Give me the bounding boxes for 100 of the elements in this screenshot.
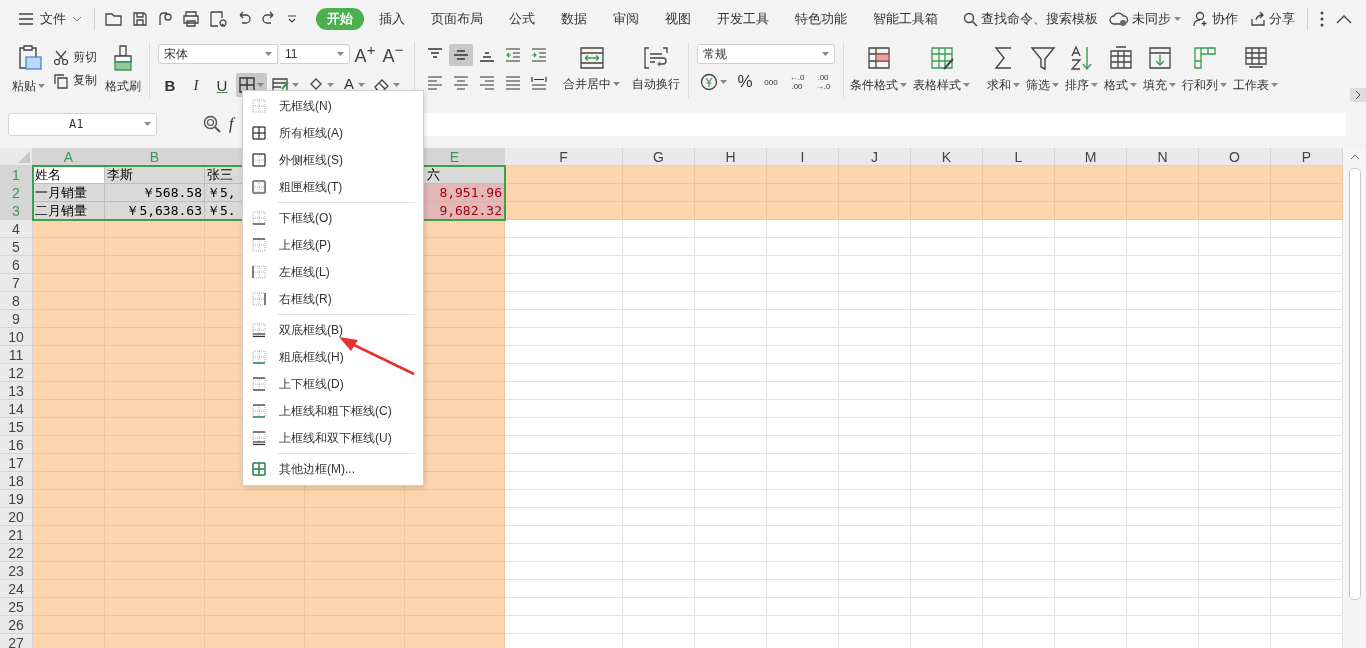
row-header[interactable]: 14 (0, 400, 33, 418)
font-size-field[interactable]: 11 (280, 44, 350, 64)
increase-decimal-button[interactable]: ←.0 .00 (786, 73, 808, 91)
row-header[interactable]: 26 (0, 616, 33, 634)
ribbon-tab[interactable]: 开发工具 (706, 8, 780, 30)
menu-item[interactable]: 上框线和双下框线(U) (243, 425, 423, 452)
sum-button[interactable]: 求和 (985, 42, 1022, 96)
sheet-button[interactable]: 工作表 (1231, 42, 1280, 96)
column-header[interactable]: I (767, 148, 839, 166)
ribbon-tab[interactable]: 特色功能 (784, 8, 858, 30)
fill-button[interactable]: 填充 (1141, 42, 1178, 96)
row-header[interactable]: 16 (0, 436, 33, 454)
sync-button[interactable]: 未同步 (1109, 10, 1181, 28)
rowcol-button[interactable]: 行和列 (1180, 42, 1229, 96)
menu-item[interactable]: 所有框线(A) (243, 120, 423, 147)
italic-button[interactable]: I (184, 73, 208, 97)
column-header[interactable]: O (1199, 148, 1271, 166)
row-header[interactable]: 6 (0, 256, 33, 274)
row-header[interactable]: 23 (0, 562, 33, 580)
conditional-button[interactable]: 条件格式 (848, 42, 909, 96)
wrap-text-button[interactable]: 自动换行 (628, 43, 684, 95)
row-header[interactable]: 8 (0, 292, 33, 310)
row-header[interactable]: 4 (0, 220, 33, 238)
row-header[interactable]: 13 (0, 382, 33, 400)
ribbon-tab[interactable]: 智能工具箱 (862, 8, 949, 30)
thousands-button[interactable]: 000 (760, 77, 782, 87)
menu-item[interactable]: 左框线(L) (243, 259, 423, 286)
column-header[interactable]: K (911, 148, 983, 166)
name-box[interactable]: A1 (8, 112, 157, 136)
filter-button[interactable]: 筛选 (1024, 42, 1061, 96)
ribbon-tab[interactable]: 公式 (498, 8, 546, 30)
shrink-font-button[interactable]: A$^{−}$ (380, 41, 406, 67)
ribbon-tab[interactable]: 视图 (654, 8, 702, 30)
command-search[interactable]: 查找命令、搜索模板 (963, 10, 1098, 28)
percent-button[interactable]: % (734, 73, 756, 91)
zoom-icon[interactable] (203, 115, 221, 133)
grow-font-button[interactable]: A$^{+}$ (352, 41, 378, 67)
menu-item[interactable]: 上框线(P) (243, 232, 423, 259)
row-header[interactable]: 9 (0, 310, 33, 328)
bold-button[interactable]: B (158, 73, 182, 97)
align-middle-button[interactable] (449, 44, 473, 66)
row-header[interactable]: 10 (0, 328, 33, 346)
decrease-decimal-button[interactable]: .00 →.0 (812, 73, 834, 91)
column-header[interactable]: M (1055, 148, 1127, 166)
dropdown-icon[interactable] (286, 14, 298, 24)
underline-button[interactable]: U (210, 73, 234, 97)
row-header[interactable]: 17 (0, 454, 33, 472)
merge-center-button[interactable]: 合并居中 (559, 43, 624, 95)
number-format-field[interactable]: 常规 (697, 44, 835, 64)
row-header[interactable]: 7 (0, 274, 33, 292)
format-button[interactable]: 格式 (1102, 42, 1139, 96)
ribbon-tab[interactable]: 页面布局 (420, 8, 494, 30)
scrollbar-thumb[interactable] (1348, 168, 1361, 600)
menu-item[interactable]: 上框线和粗下框线(C) (243, 398, 423, 425)
row-header[interactable]: 19 (0, 490, 33, 508)
print-preview-icon[interactable] (209, 11, 227, 27)
folder-icon[interactable] (105, 11, 123, 27)
column-header[interactable]: P (1271, 148, 1343, 166)
file-menu[interactable]: 文件 (14, 8, 86, 30)
menu-item[interactable]: 上下框线(D) (243, 371, 423, 398)
column-header[interactable]: G (623, 148, 695, 166)
function-label[interactable]: f (229, 115, 234, 133)
column-header[interactable]: H (695, 148, 767, 166)
row-header[interactable]: 18 (0, 472, 33, 490)
collaborate-button[interactable]: 协作 (1193, 10, 1238, 28)
row-header[interactable]: 20 (0, 508, 33, 526)
ribbon-scroll-button[interactable] (1350, 88, 1366, 102)
row-header[interactable]: 5 (0, 238, 33, 256)
column-header[interactable]: F (505, 148, 623, 166)
row-header[interactable]: 27 (0, 634, 33, 648)
ribbon-tab[interactable]: 插入 (368, 8, 416, 30)
table-style-button[interactable]: 表格样式 (911, 42, 972, 96)
paste-button[interactable]: 粘贴 (8, 41, 49, 97)
row-header[interactable]: 22 (0, 544, 33, 562)
row-header[interactable]: 12 (0, 364, 33, 382)
format-painter-button[interactable]: 格式刷 (101, 41, 145, 97)
column-header[interactable]: J (839, 148, 911, 166)
row-header[interactable]: 24 (0, 580, 33, 598)
menu-item[interactable]: 双底框线(B) (243, 317, 423, 344)
cut-button[interactable]: 剪切 (53, 49, 97, 66)
menu-item[interactable]: 粗底框线(H) (243, 344, 423, 371)
sort-button[interactable]: 排序 (1063, 42, 1100, 96)
export-icon[interactable] (157, 11, 173, 27)
share-button[interactable]: 分享 (1250, 10, 1295, 28)
row-header[interactable]: 25 (0, 598, 33, 616)
column-header[interactable]: N (1127, 148, 1199, 166)
more-icon[interactable] (1320, 11, 1324, 27)
copy-button[interactable]: 复制 (53, 72, 97, 89)
ribbon-tab[interactable]: 审阅 (602, 8, 650, 30)
column-header[interactable]: L (983, 148, 1055, 166)
menu-item[interactable]: 其他边框(M)... (243, 456, 423, 483)
row-header[interactable]: 15 (0, 418, 33, 436)
row-header[interactable]: 11 (0, 346, 33, 364)
menu-item[interactable]: 右框线(R) (243, 286, 423, 313)
row-header[interactable]: 21 (0, 526, 33, 544)
print-icon[interactable] (182, 11, 200, 27)
collapse-icon[interactable] (1336, 14, 1352, 24)
font-name-field[interactable]: 宋体 (158, 44, 278, 64)
save-icon[interactable] (132, 11, 148, 27)
ribbon-tab[interactable]: 数据 (550, 8, 598, 30)
